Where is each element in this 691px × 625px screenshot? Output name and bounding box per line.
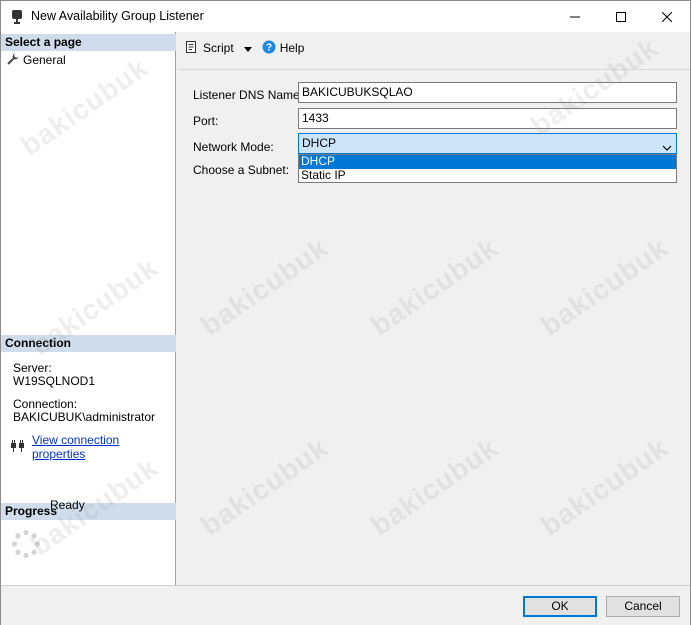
script-icon [185, 40, 199, 57]
close-icon [662, 11, 672, 22]
option-dhcp[interactable]: DHCP [299, 155, 676, 169]
minimize-icon [570, 16, 580, 17]
server-value: W19SQLNOD1 [13, 374, 96, 388]
maximize-icon [616, 11, 626, 22]
dropdown-arrow-icon[interactable] [243, 41, 252, 55]
connection-header: Connection [1, 335, 176, 352]
select-page-header: Select a page [1, 34, 176, 51]
dns-name-input[interactable]: BAKICUBUKSQLAO [298, 82, 677, 103]
network-mode-select[interactable]: DHCP [298, 133, 677, 154]
maximize-button[interactable] [598, 1, 644, 32]
connection-value: BAKICUBUK\administrator [13, 410, 156, 424]
help-icon: ? [262, 40, 276, 57]
server-label: Server: [13, 361, 52, 375]
option-static-ip[interactable]: Static IP [299, 168, 676, 183]
progress-status: Ready [50, 498, 85, 512]
plug-icon [10, 439, 26, 455]
help-button[interactable]: ? Help [262, 40, 305, 57]
progress-spinner-icon [11, 529, 41, 559]
script-button[interactable]: Script [185, 40, 252, 57]
page-item-general[interactable]: General [7, 52, 66, 68]
ok-button[interactable]: OK [523, 596, 597, 617]
page-item-label: General [23, 53, 66, 67]
subnet-label: Choose a Subnet: [193, 163, 290, 177]
bottom-bar: OK Cancel [1, 585, 690, 625]
left-panel: Select a page General Connection Server:… [1, 32, 176, 585]
svg-text:?: ? [266, 42, 272, 53]
progress-header: Progress [1, 503, 176, 520]
script-label: Script [203, 41, 234, 55]
network-mode-dropdown: DHCP Static IP [298, 154, 677, 183]
database-icon [11, 9, 23, 24]
title-bar[interactable]: New Availability Group Listener [1, 1, 690, 32]
view-connection-properties-link[interactable]: View connection properties [10, 433, 175, 461]
help-label: Help [279, 41, 305, 55]
window-title: New Availability Group Listener [31, 9, 204, 23]
wrench-icon [7, 53, 19, 68]
port-input[interactable]: 1433 [298, 108, 677, 129]
connection-label: Connection: [13, 397, 78, 411]
dns-name-label: Listener DNS Name: [193, 88, 304, 102]
network-mode-label: Network Mode: [193, 140, 274, 154]
port-label: Port: [193, 114, 219, 128]
close-button[interactable] [644, 1, 690, 32]
toolbar: Script ? Help [177, 32, 690, 64]
view-connection-properties-label[interactable]: View connection properties [32, 433, 175, 461]
network-mode-value: DHCP [302, 136, 337, 150]
cancel-button[interactable]: Cancel [606, 596, 680, 617]
dialog-window: New Availability Group Listener Select a… [0, 0, 691, 625]
minimize-button[interactable] [552, 1, 598, 32]
